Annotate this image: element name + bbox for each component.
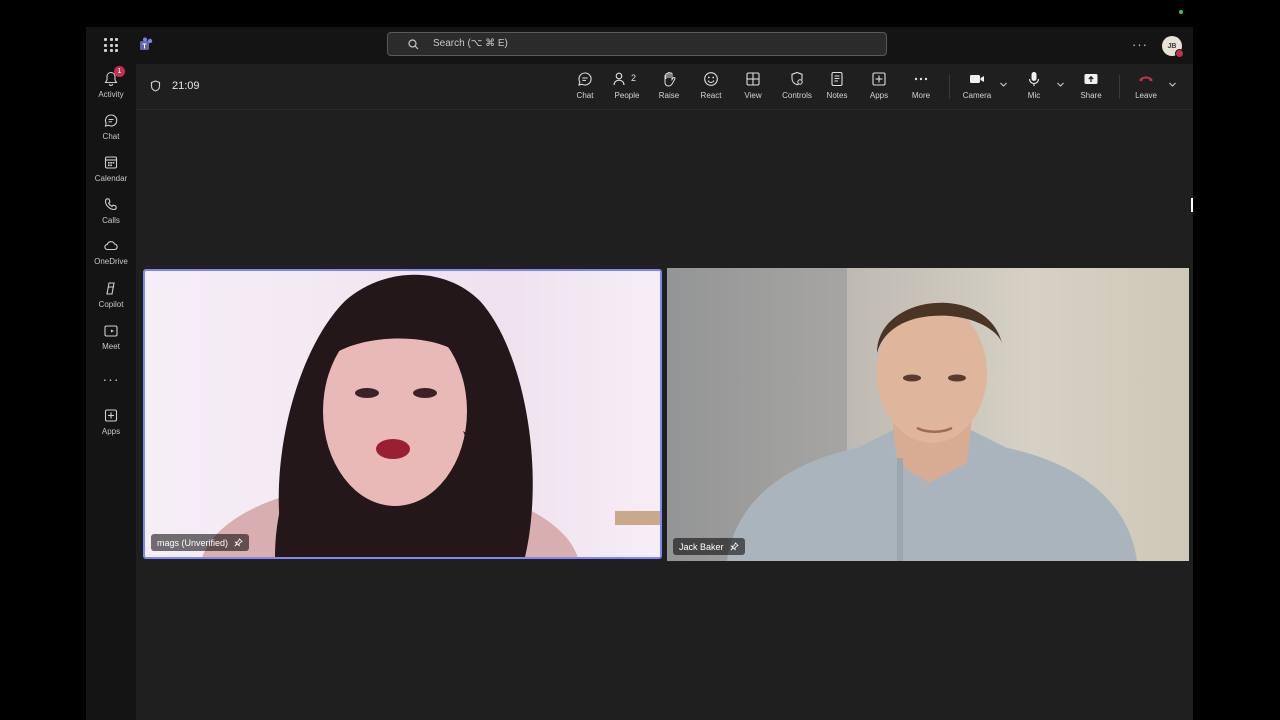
participant-name-tag: Jack Baker: [673, 538, 745, 555]
participant-name-tag: mags (Unverified): [151, 534, 250, 551]
meeting-timer: 21:09: [172, 80, 200, 92]
grid-view-icon: [746, 72, 760, 86]
participant-video: [667, 268, 1137, 561]
status-dot-icon: [1179, 10, 1183, 14]
view-button[interactable]: View: [735, 71, 771, 105]
meeting-toolbar: 21:09 Chat 2 People Raise React View Con…: [136, 64, 1193, 110]
notes-label: Notes: [826, 91, 848, 100]
rail-label: Chat: [102, 132, 120, 141]
rail-item-onedrive[interactable]: OneDrive: [86, 236, 136, 276]
participant-video: [202, 274, 660, 557]
react-button[interactable]: React: [693, 71, 729, 105]
controls-shield-icon: [791, 71, 803, 86]
hang-up-icon: [1139, 76, 1153, 82]
app-rail: 1 Activity Chat Calendar Calls OneDrive …: [86, 64, 136, 720]
more-label: More: [911, 91, 931, 100]
video-icon: [104, 325, 118, 337]
rail-label: Calendar: [94, 174, 128, 183]
activity-badge: 1: [114, 66, 125, 77]
people-count: 2: [631, 73, 637, 83]
rail-item-activity[interactable]: 1 Activity: [86, 66, 136, 109]
search-input[interactable]: Search (⌥ ⌘ E): [387, 32, 887, 56]
controls-label: Controls: [782, 91, 812, 100]
rail-label: Copilot: [98, 300, 124, 309]
microphone-icon: [1028, 72, 1040, 86]
teams-logo-icon: T: [140, 37, 153, 51]
notes-icon: [831, 71, 843, 87]
chat-button[interactable]: Chat: [567, 71, 603, 105]
smiley-icon: [704, 72, 718, 86]
people-label: People: [614, 91, 640, 100]
presence-status-icon: [1175, 49, 1184, 58]
cloud-icon: [104, 241, 118, 251]
rail-item-calendar[interactable]: Calendar: [86, 153, 136, 193]
rail-item-meet[interactable]: Meet: [86, 321, 136, 361]
video-tile-jack-baker[interactable]: Jack Baker: [667, 268, 1189, 561]
mic-button[interactable]: Mic: [1016, 71, 1052, 105]
view-label: View: [744, 91, 762, 100]
participant-name: Jack Baker: [679, 541, 724, 552]
react-label: React: [700, 91, 722, 100]
calendar-icon: [104, 156, 118, 169]
more-apps-icon[interactable]: ···: [86, 371, 136, 387]
rail-item-apps[interactable]: Apps: [86, 406, 136, 446]
people-icon: [613, 72, 625, 86]
divider: [1119, 75, 1120, 99]
chevron-down-icon[interactable]: [1056, 80, 1065, 89]
pin-icon[interactable]: [729, 542, 739, 551]
rail-item-chat[interactable]: Chat: [86, 111, 136, 151]
rail-item-copilot[interactable]: Copilot: [86, 279, 136, 319]
participant-name: mags (Unverified): [157, 537, 229, 548]
raise-hand-button[interactable]: Raise: [651, 71, 687, 105]
share-label: Share: [1080, 91, 1102, 100]
share-button[interactable]: Share: [1073, 71, 1109, 105]
leave-button[interactable]: Leave: [1128, 71, 1164, 105]
svg-text:T: T: [142, 44, 147, 51]
title-bar: T Search (⌥ ⌘ E) ··· JB: [86, 27, 1193, 64]
divider: [949, 75, 950, 99]
more-button[interactable]: More: [903, 71, 939, 105]
app-launcher-icon[interactable]: [104, 38, 118, 52]
camera-label: Camera: [962, 91, 992, 100]
camera-icon: [970, 75, 984, 83]
raise-label: Raise: [658, 91, 680, 100]
rail-label: Apps: [101, 427, 121, 436]
chat-icon: [104, 114, 118, 127]
video-tile-mags[interactable]: mags (Unverified): [143, 269, 662, 559]
rail-label: OneDrive: [94, 257, 128, 266]
rail-label: Activity: [98, 90, 124, 99]
search-placeholder: Search (⌥ ⌘ E): [433, 38, 508, 49]
rail-label: Meet: [102, 342, 120, 351]
apps-label: Apps: [869, 91, 889, 100]
add-icon: [872, 72, 886, 86]
shield-icon: [150, 80, 161, 92]
chat-label: Chat: [576, 91, 594, 100]
search-icon: [408, 39, 419, 50]
rail-item-calls[interactable]: Calls: [86, 195, 136, 235]
text-cursor-icon: [1191, 198, 1193, 212]
share-icon: [1084, 74, 1098, 84]
chevron-down-icon[interactable]: [1168, 80, 1177, 89]
hand-icon: [664, 72, 676, 87]
leave-label: Leave: [1135, 91, 1157, 100]
add-apps-icon: [104, 409, 118, 422]
chevron-down-icon[interactable]: [999, 80, 1008, 89]
phone-icon: [104, 198, 117, 211]
camera-button[interactable]: Camera: [957, 71, 997, 105]
people-button[interactable]: 2 People: [607, 71, 647, 105]
controls-button[interactable]: Controls: [775, 71, 819, 105]
pin-icon[interactable]: [234, 538, 243, 547]
chat-icon: [578, 72, 592, 86]
more-options-icon[interactable]: ···: [1132, 37, 1148, 52]
mic-label: Mic: [1027, 91, 1041, 100]
copilot-icon: [106, 282, 115, 295]
rail-label: Calls: [102, 216, 120, 225]
notes-button[interactable]: Notes: [819, 71, 855, 105]
apps-button[interactable]: Apps: [861, 71, 897, 105]
more-icon: [914, 77, 928, 81]
